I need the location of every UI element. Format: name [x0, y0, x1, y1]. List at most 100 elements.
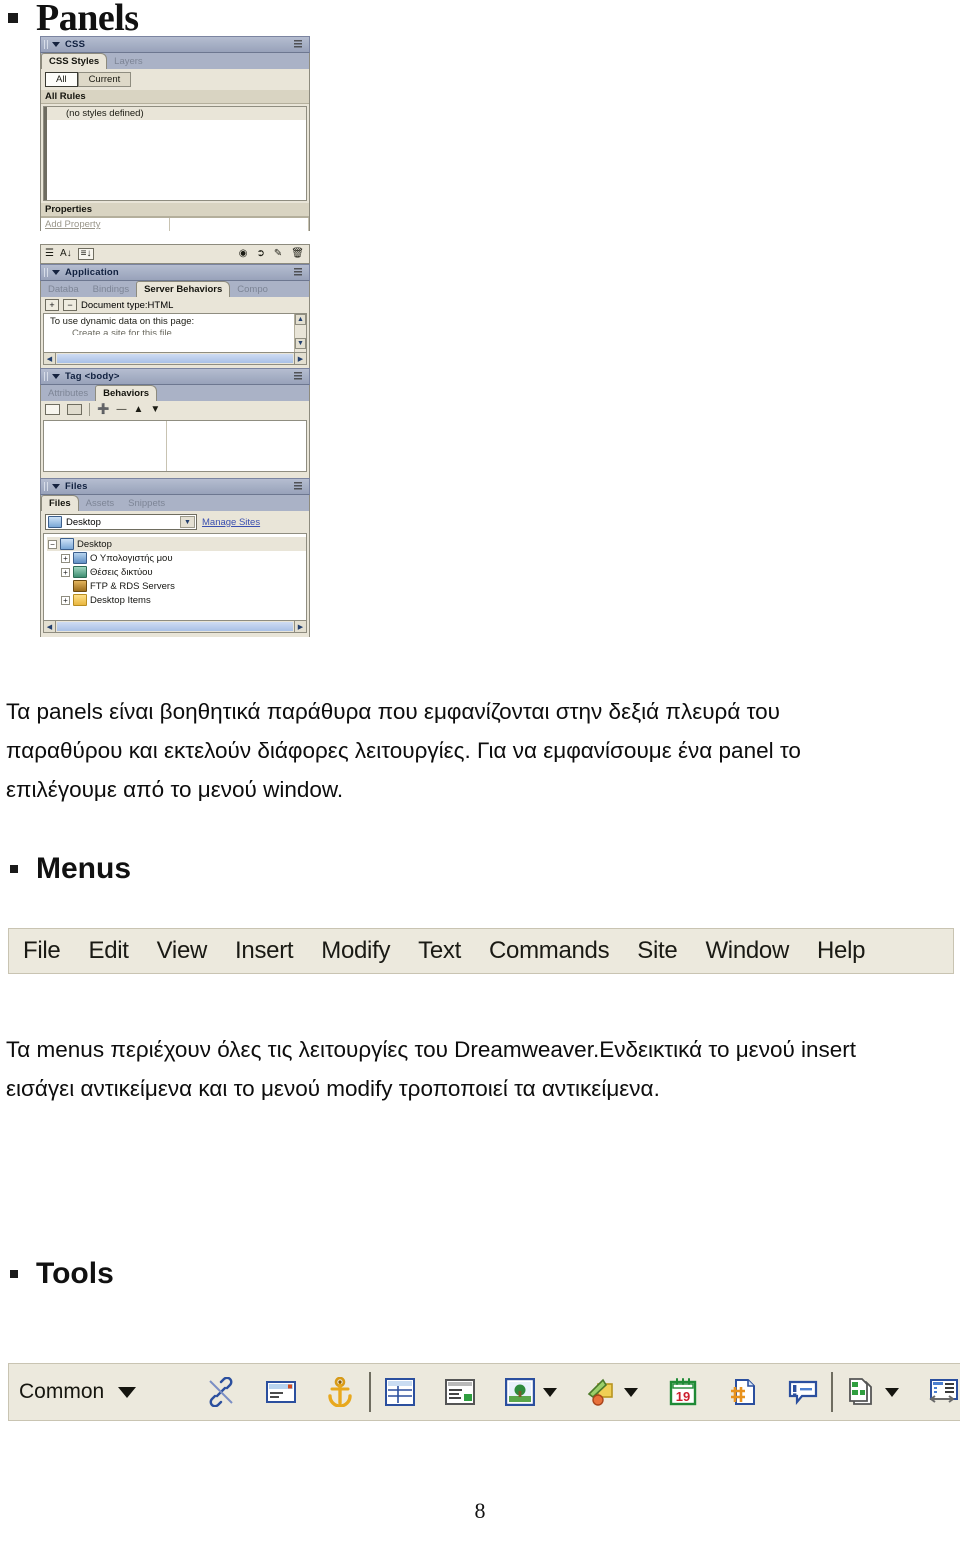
show-set-events-icon[interactable]: [45, 404, 60, 415]
scroll-left-icon[interactable]: ◀: [44, 353, 56, 364]
scroll-left-icon[interactable]: ◀: [44, 621, 56, 632]
hyperlink-icon[interactable]: [202, 1373, 240, 1411]
chevron-down-icon[interactable]: [118, 1386, 137, 1398]
tag-chooser-icon[interactable]: [925, 1373, 960, 1411]
menu-item-modify[interactable]: Modify: [307, 937, 404, 965]
panel-options-menu-icon[interactable]: [294, 482, 305, 492]
show-list-view-alpha-icon[interactable]: A↓: [60, 249, 72, 259]
chevron-down-icon[interactable]: ▼: [180, 516, 195, 528]
tab-assets[interactable]: Assets: [79, 496, 122, 511]
application-panel-titlebar[interactable]: Application: [40, 264, 310, 281]
properties-grid[interactable]: Add Property: [41, 217, 309, 231]
menu-item-help[interactable]: Help: [803, 937, 879, 965]
edit-style-icon[interactable]: ✎: [274, 249, 282, 259]
list-item-no-styles[interactable]: (no styles defined): [44, 107, 306, 120]
css-panel-titlebar[interactable]: CSS: [40, 36, 310, 53]
named-anchor-icon[interactable]: [321, 1373, 359, 1411]
scroll-down-icon[interactable]: ▼: [295, 338, 306, 349]
move-down-icon[interactable]: ▼: [150, 404, 160, 415]
delete-css-rule-icon[interactable]: 🗑: [291, 249, 304, 259]
menu-item-edit[interactable]: Edit: [74, 937, 142, 965]
collapse-triangle-icon[interactable]: [52, 42, 60, 47]
remove-behavior-icon[interactable]: —: [116, 404, 126, 415]
menu-item-text[interactable]: Text: [404, 937, 475, 965]
panel-grip-icon[interactable]: [44, 482, 49, 491]
tab-bindings[interactable]: Bindings: [86, 282, 136, 297]
menu-item-site[interactable]: Site: [623, 937, 691, 965]
scroll-up-icon[interactable]: ▲: [295, 314, 306, 325]
tab-databases[interactable]: Databa: [41, 282, 86, 297]
show-only-set-properties-icon[interactable]: ≡↓: [77, 248, 95, 260]
panel-grip-icon[interactable]: [44, 372, 49, 381]
menu-item-commands[interactable]: Commands: [475, 937, 623, 965]
menu-item-view[interactable]: View: [143, 937, 221, 965]
tree-item[interactable]: + Desktop Items: [47, 593, 306, 607]
insert-div-tag-icon[interactable]: [441, 1373, 479, 1411]
email-link-icon[interactable]: [262, 1373, 300, 1411]
tree-item[interactable]: − Desktop: [47, 537, 306, 551]
panel-grip-icon[interactable]: [44, 268, 49, 277]
tab-layers[interactable]: Layers: [107, 54, 150, 69]
tab-components[interactable]: Compo: [230, 282, 275, 297]
tab-snippets[interactable]: Snippets: [121, 496, 172, 511]
tab-attributes[interactable]: Attributes: [41, 386, 95, 401]
date-icon[interactable]: 19: [664, 1373, 702, 1411]
tag-panel-titlebar[interactable]: Tag <body>: [40, 368, 310, 385]
panel-options-menu-icon[interactable]: [294, 268, 305, 278]
css-rules-list[interactable]: (no styles defined): [43, 106, 307, 201]
tree-item[interactable]: FTP & RDS Servers: [47, 579, 306, 593]
show-all-events-icon[interactable]: [67, 404, 82, 415]
new-css-rule-icon[interactable]: ➲: [257, 249, 265, 259]
scroll-right-icon[interactable]: ▶: [294, 353, 306, 364]
tab-css-styles[interactable]: CSS Styles: [41, 53, 108, 69]
chevron-down-icon[interactable]: [885, 1387, 900, 1397]
tree-item[interactable]: + Ο Υπολογιστής μου: [47, 551, 306, 565]
expander-icon[interactable]: +: [61, 567, 70, 577]
site-selector[interactable]: Desktop ▼: [45, 514, 197, 530]
chevron-down-icon[interactable]: [542, 1387, 557, 1397]
tree-item[interactable]: + Θέσεις δικτύου: [47, 565, 306, 579]
tab-server-behaviors[interactable]: Server Behaviors: [136, 281, 231, 297]
show-category-view-icon[interactable]: ☰: [45, 249, 54, 259]
expander-icon[interactable]: +: [61, 553, 70, 563]
media-flash-icon[interactable]: [582, 1373, 620, 1411]
remove-server-behavior-button[interactable]: −: [63, 299, 77, 311]
chevron-down-icon[interactable]: [624, 1387, 639, 1397]
comment-icon[interactable]: [784, 1373, 822, 1411]
manage-sites-link[interactable]: Manage Sites: [202, 517, 260, 528]
button-all[interactable]: All: [45, 72, 78, 87]
collapse-triangle-icon[interactable]: [52, 484, 60, 489]
menu-item-window[interactable]: Window: [691, 937, 803, 965]
move-up-icon[interactable]: ▲: [133, 404, 143, 415]
expander-icon[interactable]: +: [61, 595, 70, 605]
vertical-scrollbar[interactable]: ▲ ▼: [294, 314, 306, 352]
expander-icon[interactable]: −: [48, 539, 57, 549]
collapse-triangle-icon[interactable]: [52, 270, 60, 275]
templates-icon[interactable]: [843, 1373, 881, 1411]
files-horizontal-scrollbar[interactable]: ◀ ▶: [43, 621, 307, 633]
scrollbar-thumb[interactable]: [57, 622, 293, 631]
menu-item-file[interactable]: File: [9, 937, 74, 965]
scrollbar-thumb[interactable]: [57, 354, 293, 363]
panel-grip-icon[interactable]: [44, 40, 49, 49]
add-behavior-icon[interactable]: ➕: [97, 404, 109, 415]
files-tree[interactable]: − Desktop + Ο Υπολογιστής μου + Θέσεις δ…: [43, 533, 307, 621]
server-side-include-icon[interactable]: [724, 1373, 762, 1411]
files-panel-titlebar[interactable]: Files: [40, 478, 310, 495]
scroll-right-icon[interactable]: ▶: [294, 621, 306, 632]
horizontal-scrollbar[interactable]: ◀ ▶: [43, 353, 307, 365]
menu-item-insert[interactable]: Insert: [221, 937, 307, 965]
tab-files[interactable]: Files: [41, 495, 79, 511]
tab-behaviors[interactable]: Behaviors: [95, 385, 158, 401]
button-current[interactable]: Current: [77, 72, 132, 87]
add-property-link[interactable]: Add Property: [41, 218, 170, 231]
behaviors-list[interactable]: [43, 420, 307, 472]
table-icon[interactable]: [381, 1373, 419, 1411]
collapse-triangle-icon[interactable]: [52, 374, 60, 379]
image-icon[interactable]: [501, 1373, 539, 1411]
panel-options-menu-icon[interactable]: [294, 372, 305, 382]
add-server-behavior-button[interactable]: +: [45, 299, 59, 311]
panel-options-menu-icon[interactable]: [294, 40, 305, 50]
insert-bar-category-label[interactable]: Common: [19, 1380, 114, 1404]
attach-style-sheet-icon[interactable]: ◉: [239, 249, 248, 259]
